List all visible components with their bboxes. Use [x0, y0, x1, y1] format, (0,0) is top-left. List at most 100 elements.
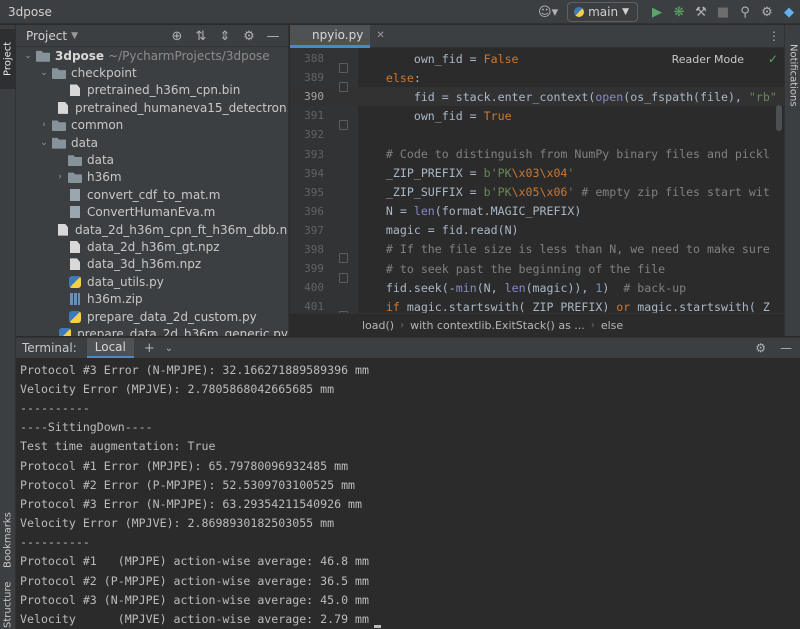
- tree-item-label: ConvertHumanEva.m: [87, 205, 216, 220]
- terminal-panel: Terminal: Local + ⌄ ⚙ — Protocol #3 Erro…: [16, 337, 800, 629]
- tree-item[interactable]: convert_cdf_to_mat.m: [16, 186, 288, 203]
- chevron-down-icon[interactable]: ⌄: [165, 343, 173, 354]
- project-panel-title[interactable]: Project: [26, 29, 67, 43]
- breadcrumb-item[interactable]: else: [601, 319, 623, 332]
- code-line[interactable]: 389 else:: [290, 68, 784, 92]
- code-line[interactable]: 396 N = len(format.MAGIC_PREFIX): [290, 202, 784, 221]
- fold-marker-icon[interactable]: [339, 253, 348, 264]
- terminal-header: Terminal: Local + ⌄ ⚙ —: [16, 338, 800, 358]
- code-line[interactable]: 394 _ZIP_PREFIX = b'PK\x03\x04': [290, 164, 784, 183]
- minimize-icon[interactable]: —: [780, 341, 792, 355]
- editor-scrollbar[interactable]: [776, 105, 782, 131]
- terminal-line: Velocity Error (MPJVE): 2.86989301825030…: [20, 516, 335, 531]
- breadcrumb: load() › with contextlib.ExitStack() as ..…: [290, 313, 784, 336]
- collapse-all-icon[interactable]: ⇅: [190, 25, 212, 47]
- chevron-down-icon[interactable]: ⌄: [22, 51, 34, 61]
- check-icon[interactable]: ✓: [768, 52, 778, 66]
- code-token: magic.startswith(_ZIP_PREFIX): [406, 299, 617, 314]
- code-token: N =: [358, 204, 414, 219]
- code-line[interactable]: 393 # Code to distinguish from NumPy bin…: [290, 144, 784, 163]
- profile-icon[interactable]: ⚒: [690, 1, 712, 23]
- chevron-down-icon[interactable]: ⌄: [38, 138, 50, 148]
- chevron-down-icon[interactable]: ⌄: [38, 68, 50, 78]
- code-line[interactable]: 398 # If the file size is less than N, w…: [290, 240, 784, 264]
- chevron-right-icon: ›: [590, 319, 595, 331]
- tree-item[interactable]: › h36m: [16, 169, 288, 186]
- code-text: fid.seek(-min(N, len(magic)), 1) # back-…: [358, 281, 686, 295]
- code-token: fid.seek(-: [358, 280, 456, 295]
- reader-mode-button[interactable]: Reader Mode: [667, 53, 748, 66]
- chevron-down-icon[interactable]: ▼: [71, 31, 78, 41]
- branch-selector[interactable]: main ▼: [567, 2, 638, 22]
- gear-icon[interactable]: ⚙: [755, 341, 766, 355]
- tree-item[interactable]: › common: [16, 117, 288, 134]
- logo-icon[interactable]: ◆: [778, 1, 800, 23]
- tree-item[interactable]: ⌄ 3dpose ~/PycharmProjects/3dpose: [16, 47, 288, 64]
- more-icon[interactable]: ⋮: [768, 29, 780, 43]
- breadcrumb-item[interactable]: load(): [362, 319, 394, 332]
- tree-item[interactable]: pretrained_h36m_cpn.bin: [16, 82, 288, 99]
- terminal-line: Protocol #2 Error (P-MPJPE): 52.53097031…: [20, 477, 356, 492]
- tree-item[interactable]: data_3d_h36m.npz: [16, 256, 288, 273]
- code-token: min: [455, 280, 477, 295]
- python-file-icon: [69, 310, 81, 323]
- code-line[interactable]: 395 _ZIP_SUFFIX = b'PK\x05\x06' # empty …: [290, 183, 784, 202]
- tree-item-label: data_utils.py: [87, 274, 164, 289]
- tree-item[interactable]: ⌄ data: [16, 134, 288, 151]
- stripe-tab-project[interactable]: Project: [0, 29, 16, 89]
- terminal-output[interactable]: Protocol #3 Error (N-MPJPE): 32.16627188…: [20, 360, 369, 629]
- line-number: 395: [304, 185, 324, 199]
- branch-label: main: [588, 5, 619, 19]
- tree-item[interactable]: data: [16, 151, 288, 168]
- chevron-right-icon[interactable]: ›: [54, 172, 66, 182]
- breadcrumb-item[interactable]: with contextlib.ExitStack() as ...: [410, 319, 585, 332]
- tab-npyio[interactable]: npyio.py ✕: [290, 25, 385, 48]
- tree-item-label: data_2d_h36m_cpn_ft_h36m_dbb.npz: [75, 222, 289, 237]
- fold-marker-icon[interactable]: [339, 272, 348, 283]
- tab-local[interactable]: Local: [86, 338, 134, 358]
- search-icon[interactable]: ⚲: [734, 1, 756, 23]
- locate-icon[interactable]: ⊕: [166, 25, 188, 47]
- tree-item[interactable]: prepare_data_2d_custom.py: [16, 308, 288, 325]
- code-line[interactable]: 391 own_fid = True: [290, 106, 784, 130]
- tree-item[interactable]: pretrained_humaneva15_detectron.bin: [16, 99, 288, 116]
- fold-marker-icon[interactable]: [339, 81, 348, 92]
- close-icon[interactable]: ✕: [376, 30, 384, 41]
- code-line[interactable]: 397 magic = fid.read(N): [290, 221, 784, 240]
- stripe-tab-bookmarks[interactable]: Bookmarks: [0, 500, 16, 580]
- gear-icon[interactable]: ⚙: [756, 1, 778, 23]
- gear-icon[interactable]: ⚙: [238, 25, 260, 47]
- code-text: # to seek past the beginning of the file: [358, 262, 665, 276]
- chevron-right-icon[interactable]: ›: [38, 120, 50, 130]
- add-tab-icon[interactable]: +: [144, 341, 155, 356]
- line-number: 394: [304, 166, 324, 180]
- code-token: :: [413, 70, 421, 85]
- tree-item-label: prepare_data_2d_custom.py: [87, 309, 257, 324]
- minimize-icon[interactable]: —: [262, 25, 284, 47]
- line-number: 397: [304, 223, 324, 237]
- code-line[interactable]: 399 # to seek past the beginning of the …: [290, 259, 784, 283]
- tree-item[interactable]: prepare_data_2d_h36m_generic.py: [16, 325, 288, 336]
- user-icon[interactable]: ☺▾: [537, 1, 559, 23]
- stop-icon[interactable]: ■: [712, 1, 734, 23]
- tree-item[interactable]: data_2d_h36m_gt.npz: [16, 238, 288, 255]
- tree-item[interactable]: data_utils.py: [16, 273, 288, 290]
- terminal-line: Velocity Error (MPJVE): 2.78058680426656…: [20, 381, 335, 396]
- fold-marker-icon[interactable]: [339, 119, 348, 130]
- tree-item[interactable]: ⌄ checkpoint: [16, 64, 288, 81]
- run-icon[interactable]: ▶: [646, 1, 668, 23]
- tree-item[interactable]: ConvertHumanEva.m: [16, 204, 288, 221]
- code-line[interactable]: 392: [290, 125, 784, 144]
- code-area[interactable]: 388 own_fid = False 389 else: 390 fid = st…: [290, 49, 784, 321]
- stripe-tab-structure[interactable]: Structure: [0, 581, 16, 629]
- code-line[interactable]: 400 fid.seek(-min(N, len(magic)), 1) # b…: [290, 278, 784, 297]
- code-line[interactable]: 390 fid = stack.enter_context(open(os_fs…: [290, 87, 784, 107]
- stripe-tab-notifications[interactable]: Notifications: [785, 35, 800, 115]
- expand-all-icon[interactable]: ⇕: [214, 25, 236, 47]
- code-token: (N,: [476, 280, 505, 295]
- debug-icon[interactable]: ❋: [668, 1, 690, 23]
- tree-item[interactable]: h36m.zip: [16, 290, 288, 307]
- tree-item[interactable]: data_2d_h36m_cpn_ft_h36m_dbb.npz: [16, 221, 288, 238]
- fold-marker-icon[interactable]: [339, 62, 348, 73]
- code-token: (os_fspath(file),: [623, 89, 749, 104]
